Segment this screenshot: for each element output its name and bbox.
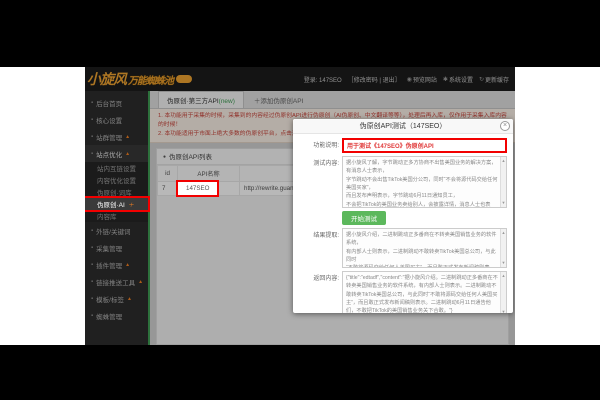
- admin-app-window: 小旋风 万能蜘蛛池 登录: 147SEO ［修改密码 | 退出］ 预览网站 系统…: [85, 67, 515, 345]
- dialog-body: 功能说明: 用于测试《147SEO》伪原创API 测试内容: 据小旋风了解，字节…: [293, 134, 513, 313]
- test-content-row: 测试内容: 据小旋风了解，字节跳动正多方协商不出售美国业务的解决方案，有消息人士…: [295, 156, 507, 208]
- scrollbar[interactable]: [500, 157, 506, 207]
- sidebar-label: 伪原创·AI: [97, 202, 125, 209]
- function-row: 功能说明: 用于测试《147SEO》伪原创API: [295, 138, 507, 153]
- test-content-label: 测试内容:: [313, 161, 339, 167]
- annotation-box-api-name: 147SEO: [175, 179, 220, 197]
- sidebar-subitem-pseudo-original-ai[interactable]: 伪原创·AI: [85, 196, 150, 212]
- screenshot-stage: 小旋风 万能蜘蛛池 登录: 147SEO ［修改密码 | 退出］ 预览网站 系统…: [0, 0, 600, 400]
- plus-icon: [128, 200, 134, 209]
- page-background: 小旋风 万能蜘蛛池 登录: 147SEO ［修改密码 | 退出］ 预览网站 系统…: [0, 67, 600, 345]
- scrollbar[interactable]: [500, 272, 506, 313]
- result-row: 结果提取: 据小旋风介绍，二进制跳动正多番商在不转卖美国销售业务的软件系统， 有…: [295, 228, 507, 268]
- return-label: 返回内容:: [313, 276, 339, 282]
- start-test-button[interactable]: 开始测试: [342, 211, 386, 225]
- dialog-title: 伪原创API测试（147SEO）: [293, 119, 513, 134]
- result-textarea[interactable]: 据小旋风介绍，二进制跳动正多番商在不转卖美国销售业务的软件系统， 有内部人士则表…: [342, 228, 507, 268]
- function-label: 功能说明:: [313, 143, 339, 149]
- close-icon[interactable]: [500, 121, 510, 131]
- annotation-box-function-value: 用于测试《147SEO》伪原创API: [342, 138, 507, 153]
- scrollbar[interactable]: [500, 229, 506, 267]
- api-test-dialog: 伪原创API测试（147SEO） 功能说明: 用于测试《147SEO》伪原创AP…: [293, 119, 513, 313]
- return-row: 返回内容: {"title":"edtadf","content":"据小旋风介…: [295, 271, 507, 313]
- result-label: 结果提取:: [313, 233, 339, 239]
- return-textarea[interactable]: {"title":"edtadf","content":"据小旋风介绍。二进制跳…: [342, 271, 507, 313]
- test-content-textarea[interactable]: 据小旋风了解，字节跳动正多方协商不出售美国业务的解决方案，有消息人士表示， 字节…: [342, 156, 507, 208]
